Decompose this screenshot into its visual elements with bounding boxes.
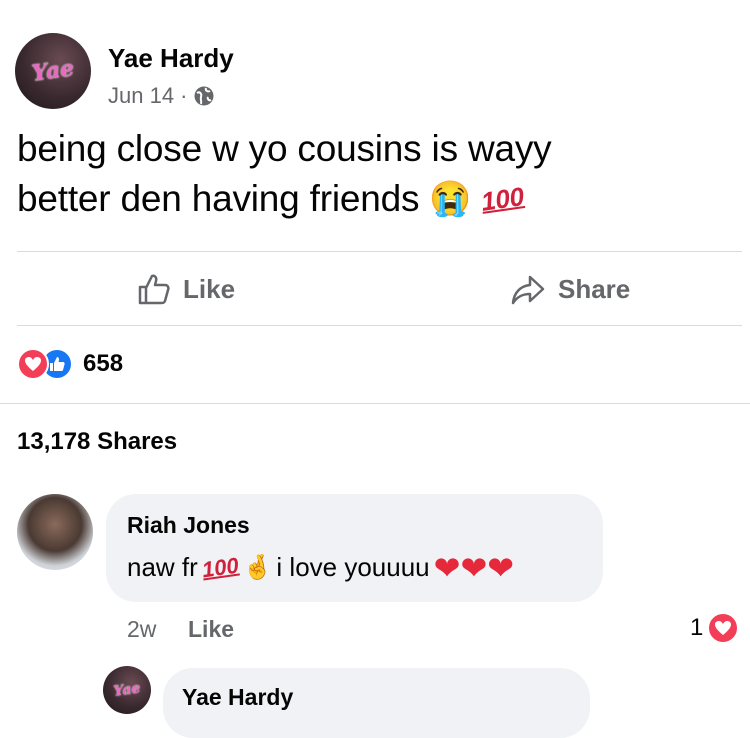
comment-bubble xyxy=(106,494,603,602)
love-reaction-icon xyxy=(17,348,49,380)
crying-emoji: 😭 xyxy=(429,180,472,218)
comment-author-name[interactable]: Riah Jones xyxy=(127,512,250,539)
hundred-points-emoji: 100 xyxy=(479,181,527,217)
shares-count[interactable]: 13,178 Shares xyxy=(17,428,177,456)
like-label: Like xyxy=(183,273,236,304)
crossed-fingers-emoji: 🤞 xyxy=(242,554,273,581)
love-reaction-icon xyxy=(707,612,740,644)
post-text-line-1: being close w yo cousins is wayy xyxy=(17,128,552,169)
comment-text-start: naw fr xyxy=(127,552,198,582)
reply-author-avatar[interactable]: Yae xyxy=(103,666,151,714)
comment-timestamp[interactable]: 2w xyxy=(127,616,156,643)
avatar-logo-text: Yae xyxy=(30,55,76,87)
hundred-points-emoji: 100 xyxy=(200,552,241,582)
comment-like-button[interactable]: Like xyxy=(188,616,234,643)
reaction-count: 658 xyxy=(83,350,124,377)
share-label: Share xyxy=(558,273,631,304)
post-meta: Jun 14 · xyxy=(108,83,215,109)
divider-bottom xyxy=(0,403,750,404)
reactions-summary[interactable]: 658 xyxy=(17,348,123,380)
post-date[interactable]: Jun 14 xyxy=(108,83,174,109)
divider-top xyxy=(17,251,742,252)
globe-icon xyxy=(193,85,215,107)
post-text: being close w yo cousins is wayy better … xyxy=(17,124,737,224)
post-text-line-2: better den having friends 😭 100 xyxy=(17,174,737,224)
commenter-avatar[interactable] xyxy=(17,494,93,570)
comment-reaction-count: 1 xyxy=(690,614,704,641)
comment-text-end: i love youuuu xyxy=(276,552,430,582)
author-avatar[interactable]: Yae xyxy=(15,33,91,109)
post-author-name[interactable]: Yae Hardy xyxy=(108,43,234,74)
divider-middle xyxy=(17,325,742,326)
comment-text: naw fr 100 🤞 i love youuuu ❤❤❤ xyxy=(127,549,515,586)
comment-reactions[interactable]: 1 xyxy=(690,612,740,644)
avatar-logo-text: Yae xyxy=(112,680,142,700)
share-arrow-icon xyxy=(510,272,546,306)
share-button[interactable]: Share xyxy=(510,272,630,306)
like-button[interactable]: Like xyxy=(137,272,235,306)
meta-separator: · xyxy=(180,83,188,108)
thumbs-up-icon xyxy=(137,272,171,306)
reply-author-name[interactable]: Yae Hardy xyxy=(182,684,293,711)
red-hearts-emoji: ❤❤❤ xyxy=(433,549,515,586)
